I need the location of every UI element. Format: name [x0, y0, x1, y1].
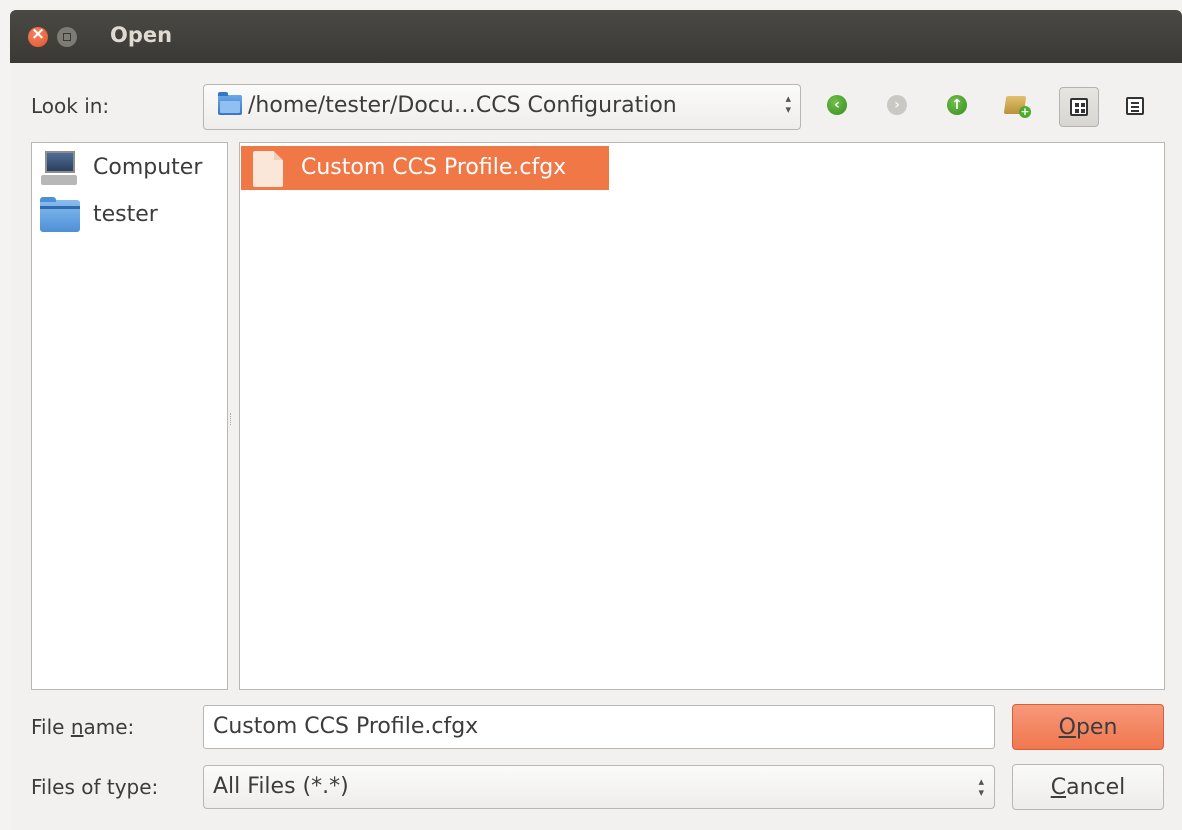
places-sidebar: Computer tester	[31, 142, 228, 690]
grid-view-icon	[1070, 98, 1088, 116]
icon-view-button[interactable]	[1059, 87, 1099, 127]
file-name-value: Custom CCS Profile.cfgx	[213, 714, 479, 739]
look-in-combobox[interactable]: /home/tester/Docu…CCS Configuration ▴ ▾	[203, 84, 801, 130]
detail-view-button[interactable]	[1116, 87, 1154, 125]
file-type-combobox[interactable]: All Files (*.*) ▴ ▾	[203, 765, 995, 809]
computer-icon	[40, 151, 78, 187]
list-view-icon	[1126, 97, 1144, 115]
title-bar: Open	[10, 10, 1182, 63]
file-list[interactable]: Custom CCS Profile.cfgx	[239, 142, 1165, 690]
sidebar-item-label: Computer	[93, 155, 203, 180]
forward-arrow-icon: ›	[887, 95, 907, 115]
open-file-dialog: Look in: /home/tester/Docu…CCS Configura…	[10, 63, 1182, 830]
sidebar-item-computer[interactable]: Computer	[32, 145, 227, 191]
look-in-label: Look in:	[31, 94, 110, 118]
forward-button[interactable]: ›	[881, 87, 913, 123]
file-name-input[interactable]: Custom CCS Profile.cfgx	[203, 705, 995, 749]
sidebar-item-tester[interactable]: tester	[32, 192, 227, 238]
maximize-window-icon[interactable]	[57, 27, 77, 47]
window-title: Open	[110, 23, 173, 47]
list-item[interactable]: Custom CCS Profile.cfgx	[241, 146, 609, 190]
parent-directory-button[interactable]: ↑	[941, 87, 973, 123]
combo-arrows-icon: ▴ ▾	[785, 92, 791, 116]
open-button[interactable]: Open	[1012, 704, 1164, 750]
cancel-button[interactable]: Cancel	[1012, 764, 1164, 810]
splitter-handle[interactable]	[228, 413, 234, 425]
back-button[interactable]: ‹	[821, 87, 853, 123]
close-window-icon[interactable]	[28, 24, 48, 47]
sidebar-item-label: tester	[93, 202, 158, 227]
file-name-label: File name:	[31, 715, 135, 739]
new-folder-button[interactable]: +	[1001, 87, 1033, 123]
new-folder-icon: +	[1003, 94, 1031, 118]
file-type-value: All Files (*.*)	[213, 774, 349, 799]
up-arrow-icon: ↑	[947, 95, 967, 115]
file-name: Custom CCS Profile.cfgx	[301, 155, 567, 180]
combo-arrows-icon: ▴ ▾	[978, 775, 984, 799]
back-arrow-icon: ‹	[827, 95, 847, 115]
file-type-label: Files of type:	[31, 775, 159, 799]
folder-icon	[40, 197, 80, 232]
look-in-path: /home/tester/Docu…CCS Configuration	[248, 93, 677, 118]
folder-icon	[218, 92, 242, 115]
document-icon	[253, 151, 283, 187]
